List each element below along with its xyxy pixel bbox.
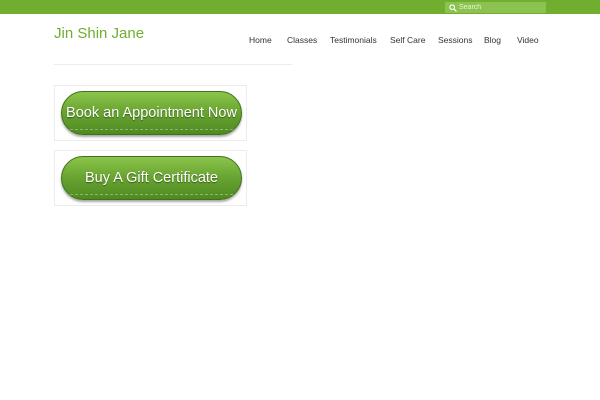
nav-item-self-care[interactable]: Self Care (390, 35, 425, 45)
nav-item-sessions[interactable]: Sessions (438, 35, 473, 45)
nav-item-classes[interactable]: Classes (287, 35, 317, 45)
search-box[interactable] (445, 2, 546, 13)
book-appointment-button[interactable]: Book an Appointment Now (61, 91, 242, 135)
gift-certificate-frame: Buy A Gift Certificate (54, 150, 247, 206)
gift-certificate-button[interactable]: Buy A Gift Certificate (61, 156, 242, 200)
search-input[interactable] (459, 2, 543, 13)
nav-item-testimonials[interactable]: Testimonials (330, 35, 377, 45)
nav-item-home[interactable]: Home (249, 35, 272, 45)
nav-item-blog[interactable]: Blog (484, 35, 501, 45)
search-icon[interactable] (449, 4, 457, 12)
content-divider (54, 64, 292, 65)
book-appointment-frame: Book an Appointment Now (54, 85, 247, 141)
nav-item-video[interactable]: Video (517, 35, 539, 45)
main-nav: Home Classes Testimonials Self Care Sess… (0, 35, 600, 47)
top-bar (0, 0, 600, 14)
